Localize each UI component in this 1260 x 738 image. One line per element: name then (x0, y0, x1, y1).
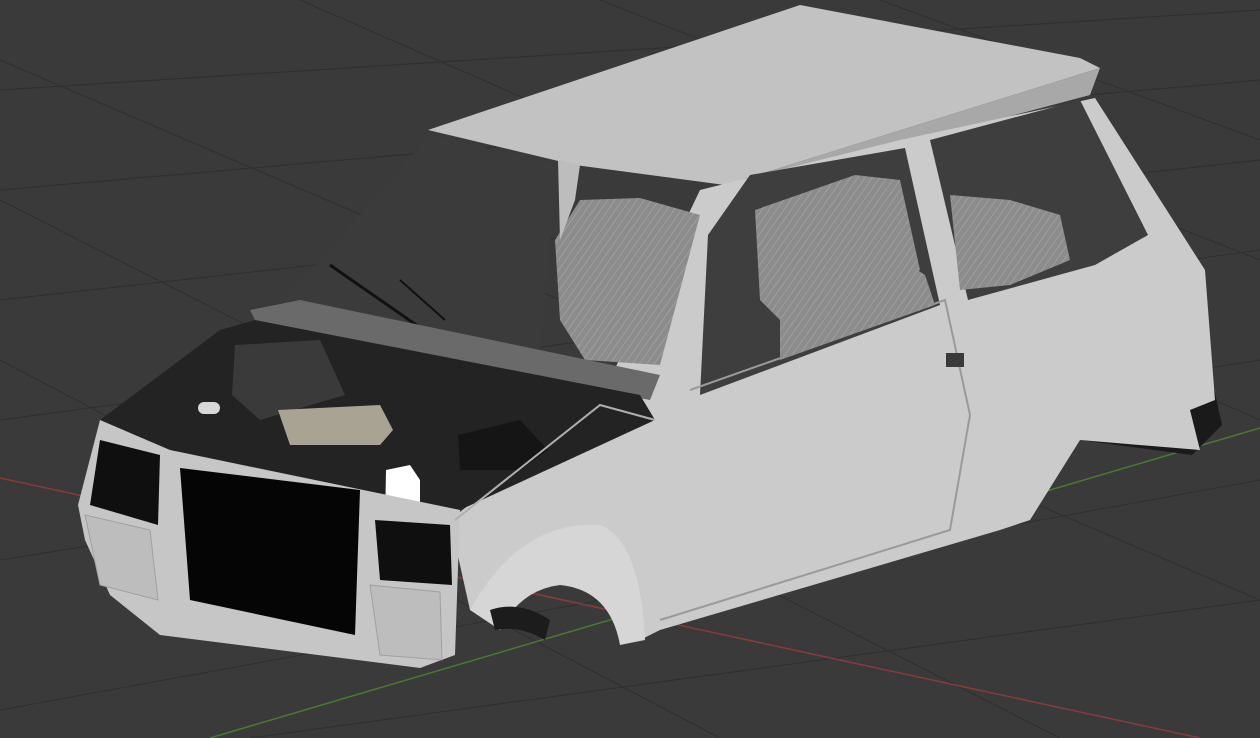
reservoir-cap (198, 402, 220, 414)
right-headlight-lens (369, 584, 443, 661)
car-body-model[interactable] (78, 5, 1222, 668)
right-vent (375, 520, 452, 585)
viewport-canvas[interactable] (0, 0, 1260, 738)
3d-viewport[interactable] (0, 0, 1260, 738)
air-filter (278, 405, 393, 445)
door-handle[interactable] (946, 353, 964, 367)
